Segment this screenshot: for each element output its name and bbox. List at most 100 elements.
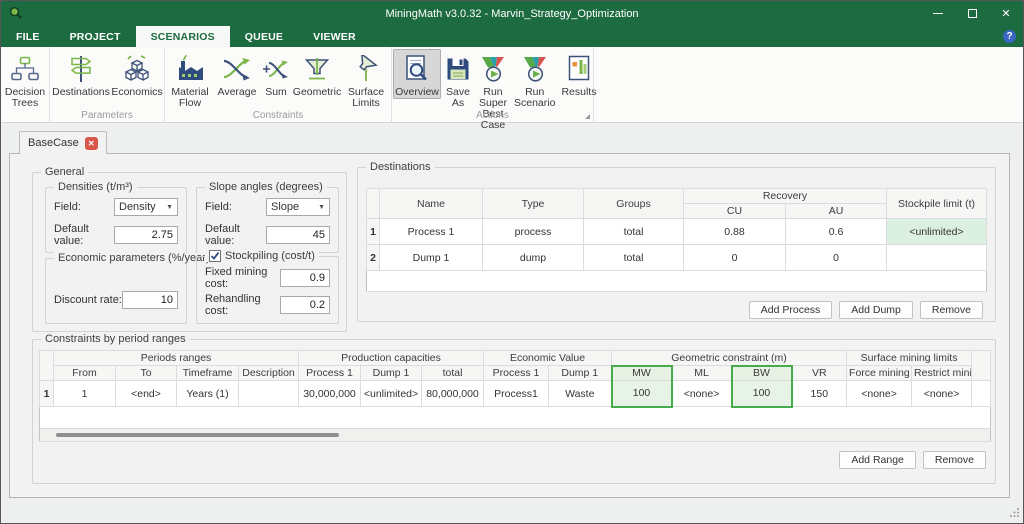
table-row: 2 Dump 1 dump total 0 0 (367, 245, 987, 271)
tab-close-button[interactable]: ✕ (85, 137, 98, 150)
run-scenario-icon (520, 53, 550, 85)
remove-destination-button[interactable]: Remove (920, 301, 983, 319)
remove-range-button[interactable]: Remove (923, 451, 986, 469)
cell-force-mining[interactable]: <none> (847, 381, 912, 407)
geometric-button[interactable]: Geometric (292, 49, 342, 99)
save-as-button[interactable]: Save As (441, 49, 475, 110)
cell-econ-process1[interactable]: Process1 (484, 381, 549, 407)
menu-tab-file[interactable]: FILE (1, 26, 55, 47)
cell-name[interactable]: Dump 1 (380, 245, 483, 271)
chevron-down-icon: ▼ (166, 204, 173, 211)
resize-grip-icon[interactable] (1010, 507, 1020, 520)
overview-label: Overview (395, 87, 439, 98)
title-bar: MiningMath v3.0.32 - Marvin_Strategy_Opt… (1, 1, 1023, 26)
cell-cu[interactable]: 0 (684, 245, 786, 271)
cell-cu[interactable]: 0.88 (684, 219, 786, 245)
rehandling-cost-input[interactable] (280, 296, 330, 314)
general-groupbox: General Densities (t/m³) Field: Density … (32, 172, 347, 332)
geometric-icon (303, 53, 331, 85)
col-header-prod-total: total (422, 366, 484, 381)
cell-vr[interactable]: 150 (792, 381, 847, 407)
table-row: 1 1 <end> Years (1) 30,000,000 <unlimite… (40, 381, 991, 407)
add-range-button[interactable]: Add Range (839, 451, 916, 469)
add-dump-button[interactable]: Add Dump (839, 301, 913, 319)
menu-tab-scenarios[interactable]: SCENARIOS (136, 26, 230, 47)
overview-button[interactable]: Overview (393, 49, 441, 99)
col-header-type: Type (483, 189, 584, 219)
densities-default-input[interactable] (114, 226, 178, 244)
average-button[interactable]: Average (214, 49, 260, 99)
average-icon (222, 53, 252, 85)
destinations-icon (68, 53, 94, 85)
menu-tab-project[interactable]: PROJECT (55, 26, 136, 47)
cell-type[interactable]: process (483, 219, 584, 245)
stockpiling-checkbox[interactable] (209, 250, 221, 262)
slope-default-input[interactable] (266, 226, 330, 244)
results-button[interactable]: Results (558, 49, 599, 99)
densities-field-select[interactable]: Density ▼ (114, 198, 178, 216)
surface-limits-button[interactable]: Surface Limits (342, 49, 390, 110)
cell-prod-total[interactable]: 80,000,000 (422, 381, 484, 407)
ribbon: Decision Trees Destinations (1, 47, 1023, 123)
cell-stockpile-limit[interactable] (887, 245, 987, 271)
group-header-geometric: Geometric constraint (m) (612, 351, 847, 366)
cell-groups[interactable]: total (584, 245, 684, 271)
cell-ml[interactable]: <none> (672, 381, 732, 407)
cell-timeframe[interactable]: Years (1) (177, 381, 239, 407)
destinations-label: Destinations (52, 87, 110, 98)
discount-rate-input[interactable] (122, 291, 178, 309)
menu-tab-viewer[interactable]: VIEWER (298, 26, 371, 47)
material-flow-label: Material Flow (169, 87, 211, 109)
add-process-button[interactable]: Add Process (749, 301, 833, 319)
cell-bw[interactable]: 100 (732, 381, 792, 407)
cell-from[interactable]: 1 (54, 381, 116, 407)
sum-button[interactable]: Sum (260, 49, 292, 99)
close-icon: ✕ (1001, 7, 1010, 20)
minimize-button[interactable] (921, 1, 955, 26)
densities-title: Densities (t/m³) (54, 181, 137, 193)
actions-dialog-launcher-icon[interactable] (585, 114, 590, 119)
help-icon: ? (1003, 30, 1016, 43)
cell-au[interactable]: 0.6 (786, 219, 887, 245)
cell-description[interactable] (239, 381, 299, 407)
cell-au[interactable]: 0 (786, 245, 887, 271)
general-title: General (41, 166, 88, 178)
horizontal-scrollbar-thumb[interactable] (56, 433, 339, 437)
cell-name[interactable]: Process 1 (380, 219, 483, 245)
slope-field-select[interactable]: Slope ▼ (266, 198, 330, 216)
destinations-groupbox: Destinations Name Type Groups Recovery S… (357, 167, 996, 322)
cell-restrict-mining[interactable]: <none> (912, 381, 972, 407)
material-flow-button[interactable]: Material Flow (166, 49, 214, 110)
cell-groups[interactable]: total (584, 219, 684, 245)
run-scenario-button[interactable]: Run Scenario (511, 49, 558, 110)
cell-econ-dump1[interactable]: Waste (549, 381, 612, 407)
group-header-periods: Periods ranges (54, 351, 299, 366)
col-header-mw: MW (612, 366, 672, 381)
destinations-button[interactable]: Destinations (51, 49, 111, 99)
densities-groupbox: Densities (t/m³) Field: Density ▼ Defaul… (45, 187, 187, 253)
cell-stockpile-limit[interactable]: <unlimited> (887, 219, 987, 245)
maximize-button[interactable] (955, 1, 989, 26)
cell-to[interactable]: <end> (116, 381, 177, 407)
close-button[interactable]: ✕ (989, 1, 1023, 26)
tab-close-icon: ✕ (88, 139, 95, 148)
tab-basecase[interactable]: BaseCase ✕ (19, 131, 107, 154)
surface-limits-icon (352, 53, 380, 85)
decision-trees-button[interactable]: Decision Trees (2, 49, 48, 110)
cell-prod-dump1[interactable]: <unlimited> (361, 381, 422, 407)
col-header-from: From (54, 366, 116, 381)
help-button[interactable]: ? (1003, 30, 1016, 43)
densities-default-label: Default value: (54, 223, 114, 247)
col-header-cu: CU (684, 204, 786, 219)
cell-prod-process1[interactable]: 30,000,000 (299, 381, 361, 407)
economics-button[interactable]: Economics (111, 49, 163, 99)
economics-label: Economics (111, 87, 162, 98)
ribbon-group-label-actions: Actions (392, 110, 593, 121)
cell-type[interactable]: dump (483, 245, 584, 271)
col-header-econ-dump1: Dump 1 (549, 366, 612, 381)
menu-tab-queue[interactable]: QUEUE (230, 26, 298, 47)
fixed-mining-cost-input[interactable] (280, 269, 330, 287)
cell-mw[interactable]: 100 (612, 381, 672, 407)
col-header-restrict-mining: Restrict mining (912, 366, 972, 381)
col-header-econ-process1: Process 1 (484, 366, 549, 381)
